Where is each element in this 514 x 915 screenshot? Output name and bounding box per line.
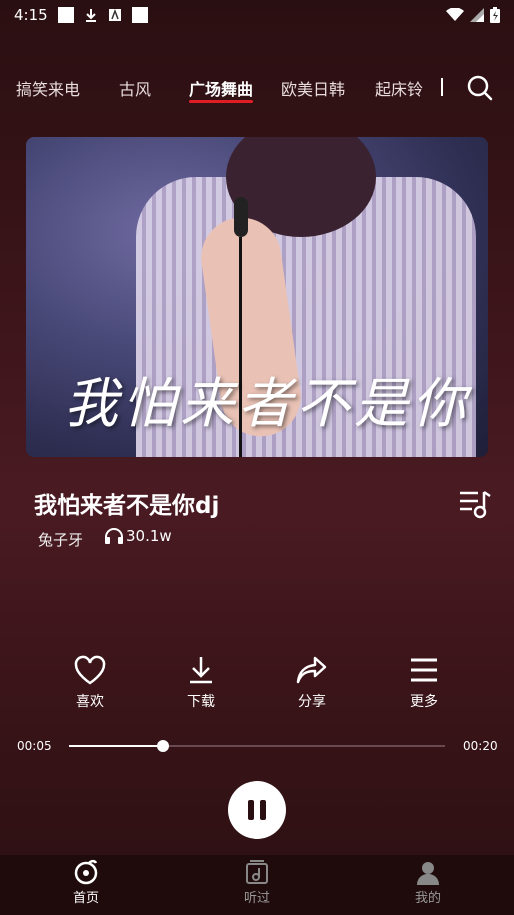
nav-history[interactable]: 听过 — [217, 859, 297, 906]
pause-icon — [260, 800, 266, 820]
tab-western-jp-kr[interactable]: 欧美日韩 — [281, 76, 345, 100]
signal-icon — [470, 8, 484, 22]
search-icon[interactable] — [466, 74, 494, 102]
share-icon — [296, 656, 327, 684]
download-icon — [85, 9, 96, 22]
share-label: 分享 — [298, 694, 326, 710]
headphones-icon — [105, 528, 123, 544]
music-note-icon — [246, 860, 268, 884]
bottom-nav: 首页 听过 我的 — [0, 855, 514, 915]
user-icon — [417, 862, 439, 885]
more-button[interactable]: 更多 — [394, 655, 454, 711]
song-title: 我怕来者不是你dj — [34, 493, 220, 519]
download-button[interactable]: 下载 — [171, 655, 231, 711]
notification-icon — [131, 7, 148, 23]
music-disc-icon — [74, 859, 98, 885]
playlist-icon[interactable] — [458, 488, 494, 522]
microphone-icon — [234, 197, 248, 237]
nav-mine[interactable]: 我的 — [388, 859, 468, 906]
album-cover: 我怕来者不是你 — [26, 137, 488, 457]
nav-history-label: 听过 — [243, 891, 270, 906]
play-count-value: 30.1w — [126, 527, 172, 545]
status-time: 4:15 — [14, 6, 48, 24]
progress-slider[interactable] — [69, 740, 445, 752]
share-button[interactable]: 分享 — [282, 655, 342, 711]
tab-ancient-style[interactable]: 古风 — [119, 76, 151, 100]
tab-square-dance[interactable]: 广场舞曲 — [189, 76, 253, 100]
tab-alarm[interactable]: 起床铃 — [375, 76, 423, 100]
like-label: 喜欢 — [76, 694, 104, 710]
play-count: 30.1w — [104, 527, 172, 545]
app-icon — [108, 8, 121, 21]
nav-mine-label: 我的 — [414, 891, 441, 906]
download-icon — [190, 657, 212, 684]
like-button[interactable]: 喜欢 — [60, 655, 120, 711]
menu-icon — [411, 658, 437, 682]
download-label: 下载 — [187, 694, 215, 710]
nav-home[interactable]: 首页 — [46, 859, 126, 906]
nav-home-label: 首页 — [72, 891, 99, 906]
pause-button[interactable] — [228, 781, 286, 839]
tab-divider — [441, 78, 443, 96]
total-time: 00:20 — [463, 739, 498, 753]
category-tabs: 搞笑来电 古风 广场舞曲 欧美日韩 起床铃 — [0, 72, 514, 108]
progress-fill — [69, 745, 163, 747]
pause-icon — [248, 800, 254, 820]
battery-icon — [490, 7, 500, 23]
album-title-text: 我怕来者不是你 — [64, 372, 470, 435]
status-bar: 4:15 — [0, 0, 514, 30]
heart-icon — [74, 655, 106, 685]
current-time: 00:05 — [17, 739, 52, 753]
more-label: 更多 — [410, 694, 438, 710]
wifi-icon — [446, 8, 464, 21]
active-tab-indicator — [189, 100, 253, 103]
notification-icon — [57, 7, 74, 23]
progress-thumb[interactable] — [157, 740, 169, 752]
singer-name[interactable]: 兔子牙 — [38, 529, 83, 550]
tab-funny-ringtone[interactable]: 搞笑来电 — [16, 76, 80, 100]
